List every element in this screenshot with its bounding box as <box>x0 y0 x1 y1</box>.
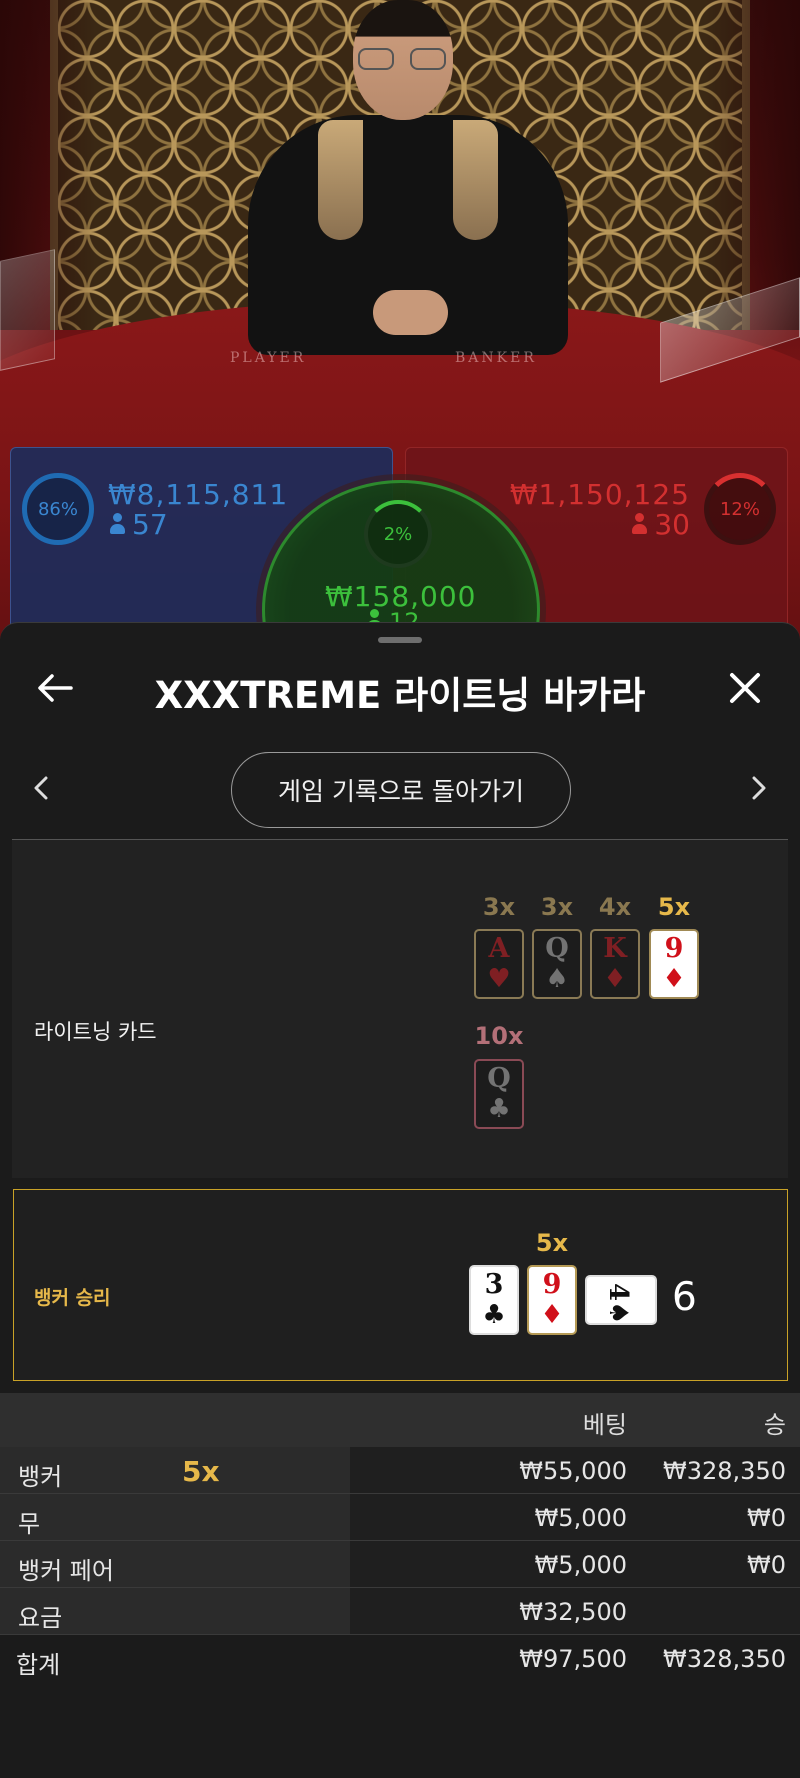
lightning-card: Q ♣ <box>474 1059 524 1129</box>
lightning-card-active: 9 ♦ <box>649 929 699 999</box>
total-win-amount: ₩328,350 <box>663 1645 786 1673</box>
result-card: 9 ♦ <box>527 1265 577 1335</box>
col-bet-header: 베팅 <box>582 1411 627 1439</box>
lightning-multiplier: 3x <box>540 893 574 921</box>
close-button[interactable] <box>720 663 770 713</box>
sheet-grabber[interactable] <box>378 637 422 643</box>
result-score: 6 <box>672 1275 697 1320</box>
close-icon <box>730 673 760 703</box>
lightning-card: K ♦ <box>590 929 640 999</box>
bets-table: 베팅 승 뱅커 5x ₩55,000 ₩328,350 무 ₩5,000 ₩0 … <box>0 1393 800 1682</box>
win-amount: ₩0 <box>747 1551 786 1579</box>
previous-round-button[interactable] <box>24 766 58 810</box>
bet-amount: ₩5,000 <box>534 1504 627 1532</box>
return-to-history-button[interactable]: 게임 기록으로 돌아가기 <box>231 752 571 828</box>
next-round-button[interactable] <box>742 766 776 810</box>
chevron-left-icon <box>34 776 48 800</box>
bet-amount: ₩55,000 <box>519 1457 627 1485</box>
banker-percent: 12% <box>719 498 760 520</box>
person-icon <box>110 513 125 535</box>
bets-table-header: 베팅 승 <box>0 1393 800 1447</box>
bet-name: 무 <box>18 1510 41 1538</box>
lightning-multiplier: 5x <box>657 893 691 921</box>
sheet-title: XXXTREME 라이트닝 바카라 <box>154 674 646 717</box>
bet-amount: ₩32,500 <box>519 1598 627 1626</box>
banker-percent-ring: 12% <box>704 473 776 545</box>
live-video: PLAYER BANKER 86% ₩8,115,811 57 12% ₩1,1… <box>0 0 800 640</box>
result-card: 3 ♣ <box>469 1265 519 1335</box>
bet-amount: ₩5,000 <box>534 1551 627 1579</box>
banker-count: 30 <box>632 508 690 541</box>
tie-percent: 2% <box>383 523 413 545</box>
lightning-multiplier: 10x <box>474 1022 524 1050</box>
lightning-cards-label: 라이트닝 카드 <box>34 1020 157 1044</box>
player-count: 57 <box>110 508 168 541</box>
table-row: 뱅커 페어 ₩5,000 ₩0 <box>0 1541 800 1588</box>
person-icon <box>632 513 648 535</box>
bet-name: 뱅커 <box>18 1463 63 1491</box>
felt-player-label: PLAYER <box>230 350 307 366</box>
player-amount: ₩8,115,811 <box>108 478 289 511</box>
bet-multiplier: 5x <box>182 1455 220 1488</box>
player-percent-ring: 86% <box>22 473 94 545</box>
bet-name: 요금 <box>18 1604 63 1632</box>
total-row: 합계 ₩97,500 ₩328,350 <box>0 1635 800 1682</box>
felt-banker-label: BANKER <box>455 350 537 366</box>
table-row: 무 ₩5,000 ₩0 <box>0 1494 800 1541</box>
col-win-header: 승 <box>763 1411 786 1439</box>
lightning-multiplier: 4x <box>598 893 632 921</box>
chevron-right-icon <box>752 776 766 800</box>
win-amount: ₩328,350 <box>663 1457 786 1485</box>
game-detail-sheet: XXXTREME 라이트닝 바카라 게임 기록으로 돌아가기 라이트닝 카드 3… <box>0 622 800 1778</box>
result-label: 뱅커 승리 <box>34 1287 111 1309</box>
lightning-cards-section <box>12 840 788 1178</box>
win-amount: ₩0 <box>747 1504 786 1532</box>
dealer <box>248 0 568 355</box>
lightning-card: A ♥ <box>474 929 524 999</box>
total-bet-amount: ₩97,500 <box>519 1645 627 1673</box>
lightning-multiplier: 3x <box>482 893 516 921</box>
card-shoe <box>0 249 55 371</box>
bet-name: 뱅커 페어 <box>18 1557 114 1585</box>
tie-percent-ring: 2% <box>364 500 432 568</box>
player-percent: 86% <box>37 498 78 520</box>
table-row: 뱅커 5x ₩55,000 ₩328,350 <box>0 1447 800 1494</box>
table-row: 요금 ₩32,500 <box>0 1588 800 1635</box>
lightning-card: Q ♠ <box>532 929 582 999</box>
result-multiplier: 5x <box>535 1229 569 1257</box>
total-label: 합계 <box>16 1651 61 1679</box>
result-card-sideways: 4 ♠ <box>585 1275 657 1325</box>
banker-amount: ₩1,150,125 <box>509 478 690 511</box>
